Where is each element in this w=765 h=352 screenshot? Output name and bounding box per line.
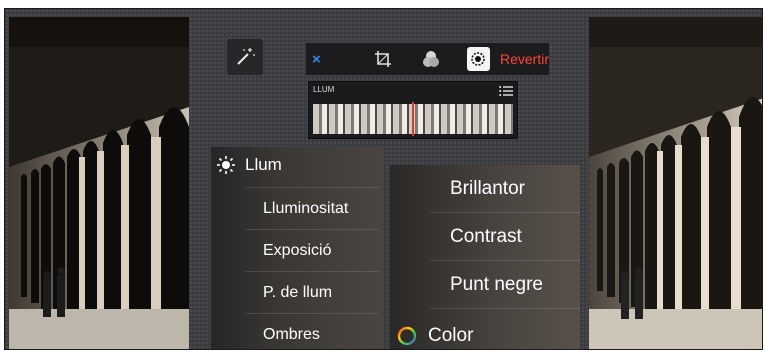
menu-item-punt-negre[interactable]: Punt negre bbox=[430, 261, 580, 309]
menu-item-contrast[interactable]: Contrast bbox=[430, 213, 580, 261]
magic-wand-icon bbox=[237, 48, 255, 65]
adjust-button[interactable] bbox=[466, 47, 490, 71]
light-menu-header[interactable]: Llum bbox=[217, 155, 282, 175]
auto-enhance-button[interactable] bbox=[227, 39, 263, 75]
edit-toolbar: × Revertir bbox=[306, 43, 549, 75]
close-button[interactable]: × bbox=[312, 51, 332, 68]
menu-item-exposicio[interactable]: Exposició bbox=[245, 229, 379, 271]
color-wheel-icon bbox=[397, 326, 417, 346]
menu-item-brillantor[interactable]: Brillantor bbox=[430, 165, 580, 213]
crop-button[interactable] bbox=[372, 47, 395, 71]
light-menu-title: Llum bbox=[245, 155, 282, 174]
menu-item-lluminositat[interactable]: Lluminositat bbox=[245, 187, 379, 229]
photo-preview-right bbox=[589, 17, 762, 349]
filters-icon bbox=[422, 51, 439, 67]
photo-preview-left bbox=[9, 17, 189, 349]
sun-icon bbox=[217, 156, 235, 174]
color-section-header[interactable]: Color bbox=[390, 315, 580, 349]
menu-item-ombres[interactable]: Ombres bbox=[245, 313, 379, 349]
filters-button[interactable] bbox=[419, 47, 442, 71]
adjust-icon bbox=[471, 52, 486, 66]
strip-label: LLUM bbox=[313, 85, 335, 94]
strip-position-marker[interactable] bbox=[412, 102, 414, 136]
light-menu: Llum Lluminositat Exposició P. de llum O… bbox=[211, 147, 383, 349]
light-adjust-strip[interactable]: LLUM bbox=[308, 81, 518, 139]
adjust-submenu: Brillantor Contrast Punt negre Color bbox=[390, 165, 580, 349]
crop-icon bbox=[375, 51, 392, 67]
list-icon[interactable] bbox=[499, 84, 513, 102]
color-label: Color bbox=[428, 325, 474, 346]
menu-item-punts-llum[interactable]: P. de llum bbox=[245, 271, 379, 313]
revert-button[interactable]: Revertir bbox=[500, 51, 549, 67]
editor-background: × Revertir LLUM Llum Lluminositat Exposi… bbox=[4, 8, 763, 350]
